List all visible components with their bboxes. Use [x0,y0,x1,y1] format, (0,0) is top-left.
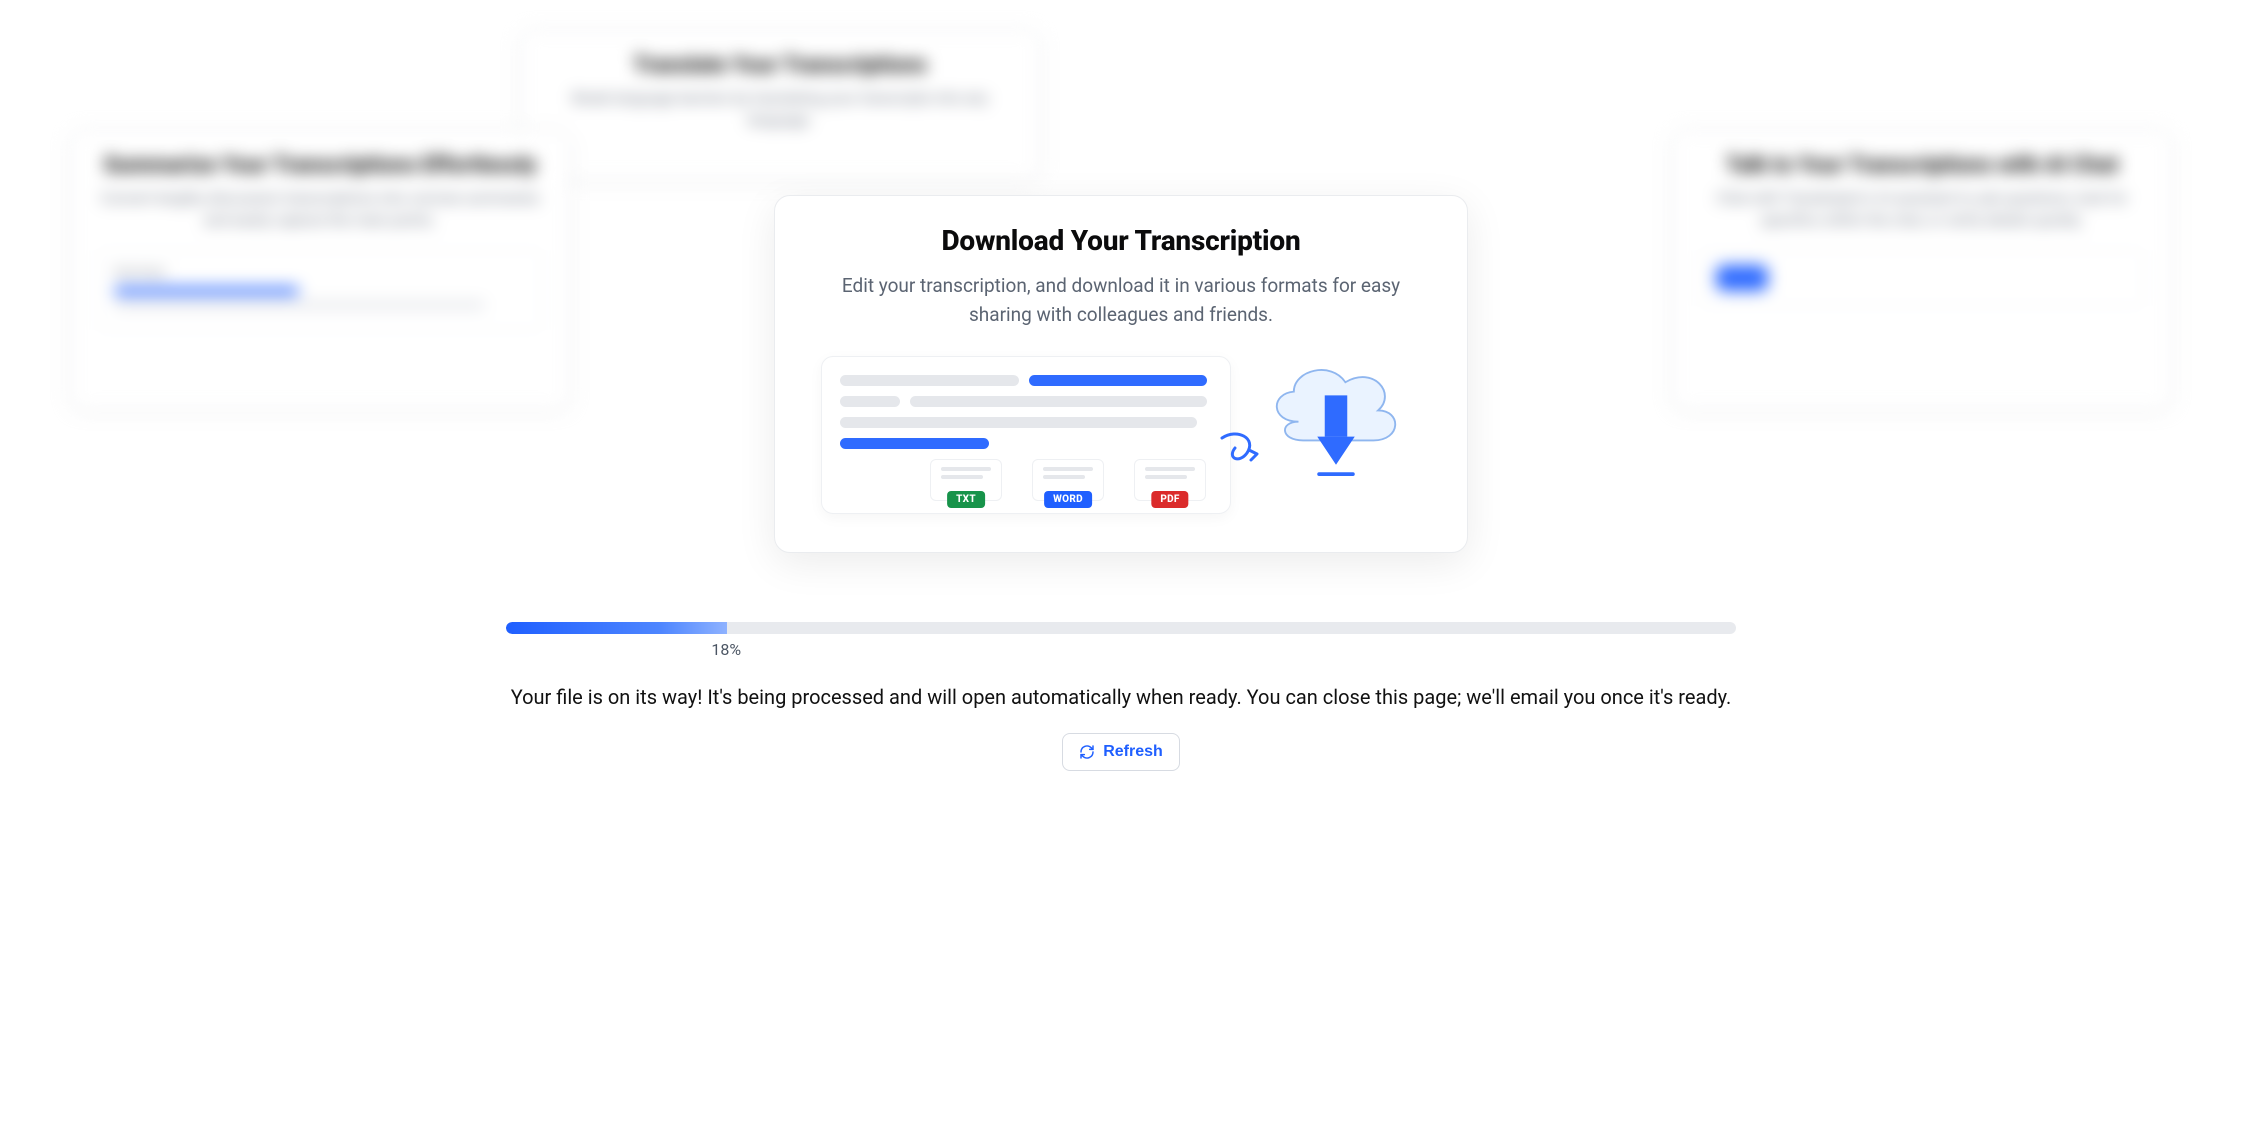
format-badge-txt: TXT [947,491,985,508]
format-badge-word: WORD [1044,491,1092,508]
modal-title: Download Your Transcription [811,224,1431,257]
refresh-button[interactable]: Refresh [1062,733,1180,771]
swirl-arrow-icon [1217,428,1267,478]
bg-card-translate-desc: Break language barriers by translating y… [549,88,1011,132]
bg-card-translate: Translate Your Transcriptions Break lang… [520,30,1040,180]
modal-subtitle: Edit your transcription, and download it… [811,271,1431,330]
illus-document: TXT WORD PDF [821,356,1231,514]
bg-card-translate-title: Translate Your Transcriptions [549,53,1011,78]
progress-bar [506,622,1736,634]
format-badge-pdf: PDF [1151,491,1188,508]
format-tile-txt: TXT [930,459,1002,501]
refresh-button-label: Refresh [1103,743,1163,761]
progress-status-text: Your file is on its way! It's being proc… [506,683,1736,711]
format-tile-word: WORD [1032,459,1104,501]
progress-percent-label: 18% [711,640,1736,659]
bg-card-summarize: Summarize Your Transcriptions Effortless… [70,130,570,410]
refresh-icon [1079,744,1095,760]
bg-card-aichat-desc: Chat with Transkriptor's AI assistant to… [1701,188,2143,232]
bg-card-aichat-panel [1701,250,2143,306]
bg-card-summarize-title: Summarize Your Transcriptions Effortless… [99,153,541,178]
modal-illustration: TXT WORD PDF [811,356,1431,516]
illus-cloud-download [1251,356,1421,516]
download-modal: Download Your Transcription Edit your tr… [774,195,1468,553]
cloud-download-icon [1261,356,1411,487]
bg-card-summarize-panel-label: Summary [114,265,526,279]
format-tile-pdf: PDF [1134,459,1206,501]
bg-card-summarize-desc: Convert lengthy discussion transcription… [99,188,541,232]
progress-bar-fill [506,622,727,634]
background-cards-layer: Translate Your Transcriptions Break lang… [0,0,2242,1136]
bg-card-aichat-title: Talk to Your Transcriptions with AI Chat [1701,153,2143,178]
bg-card-aichat: Talk to Your Transcriptions with AI Chat… [1672,130,2172,410]
bg-card-summarize-panel: Summary [99,250,541,330]
format-tiles: TXT WORD PDF [840,459,1212,501]
progress-area: 18% Your file is on its way! It's being … [506,622,1736,771]
